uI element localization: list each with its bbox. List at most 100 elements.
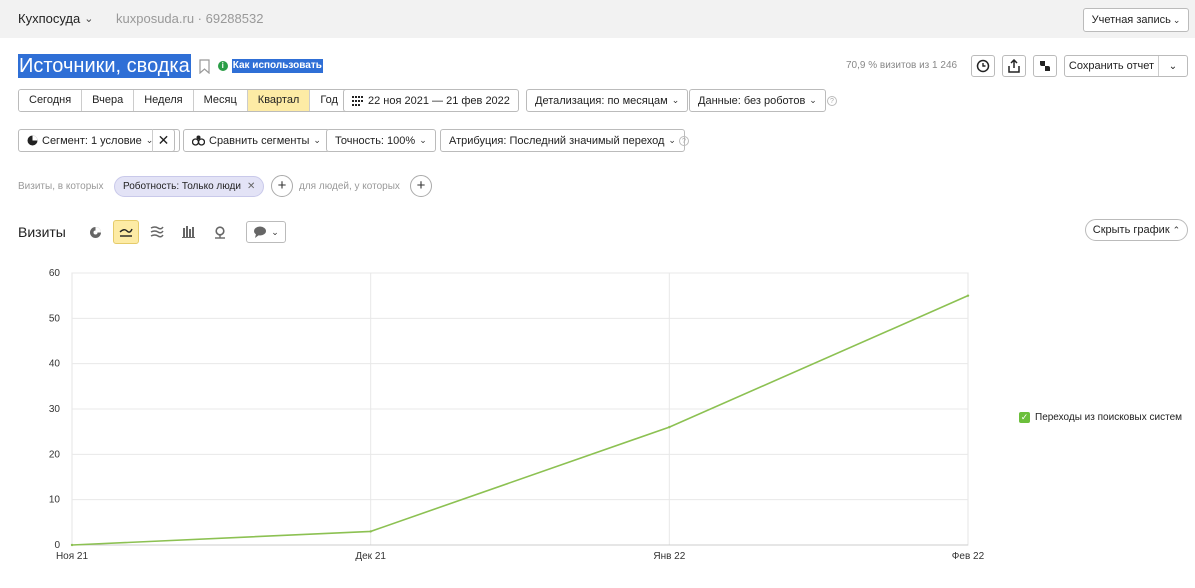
visits-share: 70,9 % визитов из 1 246 [846, 60, 958, 71]
y-tick-label: 20 [49, 449, 61, 460]
people-filter-label: для людей, у которых [299, 181, 400, 192]
chevron-down-icon: ⌄ [1172, 14, 1181, 25]
chevron-down-icon[interactable]: ⌄ [1159, 61, 1187, 72]
history-button[interactable] [971, 55, 995, 77]
chevron-down-icon: ⌄ [419, 135, 427, 145]
bookmark-icon[interactable] [199, 58, 210, 74]
y-tick-label: 0 [54, 540, 60, 551]
account-button[interactable]: Учетная запись ⌄ [1083, 8, 1189, 32]
help-icon[interactable]: ? [679, 136, 689, 146]
filter-chip-label: Роботность: Только люди [123, 181, 241, 192]
map-pin-icon [215, 225, 225, 239]
account-label: Учетная запись [1091, 14, 1171, 26]
calendar-icon [352, 95, 363, 106]
accuracy-label: Точность: 100% [335, 134, 416, 147]
series-line[interactable] [71, 294, 969, 546]
compare-segments-label: Сравнить сегменты [209, 134, 310, 147]
howto-label: Как использовать [231, 59, 323, 73]
checkbox-icon[interactable]: ✓ [1019, 412, 1030, 423]
data-point[interactable] [70, 543, 74, 547]
chevron-down-icon: ⌄ [271, 226, 279, 237]
date-range-label: 22 ноя 2021 — 21 фев 2022 [368, 94, 510, 107]
period-button[interactable]: Вчера [82, 90, 135, 111]
close-icon[interactable]: ✕ [247, 181, 255, 192]
period-button[interactable]: Сегодня [19, 90, 83, 111]
period-button[interactable]: Месяц [193, 90, 248, 111]
x-tick-label: Фев 22 [952, 551, 985, 562]
counter-name: Кухпосуда [18, 11, 81, 26]
clear-segment-button[interactable]: ✕ [152, 129, 175, 152]
data-point[interactable] [668, 425, 671, 429]
date-range-button[interactable]: 22 ноя 2021 — 21 фев 2022 [343, 89, 519, 112]
x-tick-label: Дек 21 [355, 551, 386, 562]
line-chart-icon [119, 228, 133, 237]
pie-segment-icon [27, 135, 38, 146]
data-filter-label: Данные: без роботов [698, 94, 806, 107]
segments-icon [192, 135, 205, 146]
export-button[interactable] [1002, 55, 1026, 77]
top-bar: Кухпосуда ⌄ kuxposuda.ru · 69288532 Учет… [0, 0, 1195, 38]
y-tick-label: 30 [49, 404, 61, 415]
pie-chart-button[interactable] [82, 220, 108, 244]
chevron-down-icon: ⌄ [671, 95, 680, 105]
help-icon[interactable]: ? [827, 96, 837, 106]
x-tick-label: Ноя 21 [56, 551, 89, 562]
line-chart-button[interactable] [113, 220, 139, 244]
hide-chart-label: Скрыть график [1092, 224, 1170, 236]
period-selector: Сегодня Вчера Неделя Месяц Квартал Год [18, 89, 349, 112]
title-row: Источники, сводка i Как использовать [18, 54, 323, 78]
y-tick-label: 50 [49, 313, 61, 324]
data-filter-button[interactable]: Данные: без роботов ⌄ [689, 89, 826, 112]
x-tick-label: Янв 22 [653, 551, 685, 562]
segment-label: Сегмент: 1 условие [42, 134, 142, 147]
plus-icon: + [277, 177, 287, 194]
visits-chart: 0 10 20 30 40 50 60 Ноя 21 Дек 21 Янв 22 Фев 22 [49, 268, 985, 562]
period-button[interactable]: Неделя [134, 90, 194, 111]
add-visit-filter-button[interactable]: + [271, 175, 293, 197]
chevron-up-icon: ⌃ [1172, 224, 1181, 235]
attribution-label: Атрибуция: Последний значимый переход [449, 134, 665, 147]
chevron-down-icon: ⌄ [809, 95, 817, 105]
detail-label: Детализация: по месяцам [535, 94, 668, 107]
chevron-down-icon: ⌄ [84, 13, 94, 25]
period-button[interactable]: Квартал [247, 90, 311, 111]
map-chart-button[interactable] [207, 220, 233, 244]
y-tick-label: 10 [49, 495, 61, 506]
howto-link[interactable]: i Как использовать [217, 59, 323, 73]
compare-button[interactable] [1033, 55, 1057, 77]
comment-icon [254, 226, 267, 238]
y-tick-label: 60 [49, 268, 61, 279]
counter-site: kuxposuda.ru · 69288532 [116, 11, 264, 26]
chart-legend[interactable]: ✓ Переходы из поисковых систем [1019, 412, 1182, 423]
chart-title: Визиты [18, 224, 66, 240]
detail-button[interactable]: Детализация: по месяцам ⌄ [526, 89, 689, 112]
chevron-down-icon: ⌄ [668, 135, 676, 145]
y-tick-label: 40 [49, 359, 61, 370]
close-icon: ✕ [157, 132, 170, 148]
legend-series-label: Переходы из поисковых систем [1035, 412, 1183, 423]
info-icon: i [217, 61, 228, 71]
share-icon [1008, 59, 1020, 73]
data-point[interactable] [369, 530, 372, 533]
compare-segments-button[interactable]: Сравнить сегменты ⌄ [183, 129, 330, 152]
area-chart-button[interactable] [144, 220, 170, 244]
counter-selector[interactable]: Кухпосуда ⌄ [18, 11, 93, 26]
bar-chart-button[interactable] [175, 220, 201, 244]
chevron-down-icon: ⌄ [313, 135, 321, 145]
data-point[interactable] [966, 294, 970, 297]
page-title: Источники, сводка [18, 54, 191, 78]
save-report-label: Сохранить отчет [1065, 56, 1159, 76]
bar-chart-icon [181, 226, 195, 238]
area-chart-icon [150, 226, 164, 238]
accuracy-button[interactable]: Точность: 100% ⌄ [326, 129, 436, 152]
clock-icon [976, 59, 990, 73]
save-report-button[interactable]: Сохранить отчет ⌄ [1064, 55, 1188, 77]
plus-icon: + [416, 177, 426, 194]
attribution-button[interactable]: Атрибуция: Последний значимый переход ⌄ [440, 129, 685, 152]
add-people-filter-button[interactable]: + [410, 175, 432, 197]
annotations-button[interactable]: ⌄ [246, 221, 286, 243]
pie-chart-icon [89, 226, 101, 238]
filter-chip[interactable]: Роботность: Только люди ✕ [114, 176, 265, 197]
compare-icon [1040, 61, 1050, 71]
hide-chart-button[interactable]: Скрыть график ⌃ [1085, 219, 1188, 241]
